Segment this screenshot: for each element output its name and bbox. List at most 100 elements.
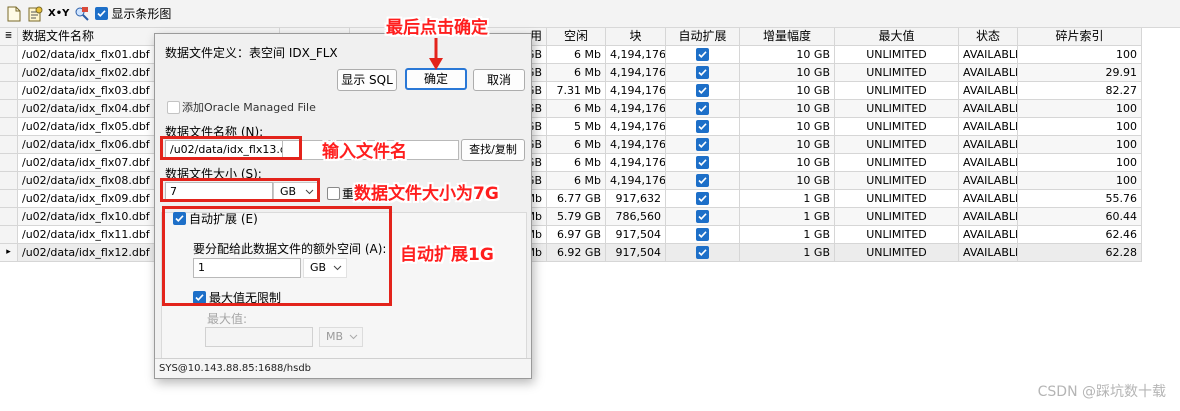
cell-blocks: 4,194,176 bbox=[606, 82, 666, 100]
row-selector[interactable] bbox=[0, 172, 18, 190]
cell-autoextend bbox=[666, 172, 740, 190]
col-header-status[interactable]: 状态 bbox=[959, 28, 1018, 46]
cell-autoextend bbox=[666, 118, 740, 136]
oracle-managed-checkbox[interactable] bbox=[167, 100, 180, 114]
cell-increment: 10 GB bbox=[740, 82, 835, 100]
cell-max: UNLIMITED bbox=[835, 190, 959, 208]
properties-icon[interactable] bbox=[27, 6, 43, 22]
max-value-input[interactable] bbox=[205, 327, 313, 347]
find-copy-button[interactable]: 查找/复制 bbox=[461, 139, 525, 161]
col-header-autoextend[interactable]: 自动扩展 bbox=[666, 28, 740, 46]
annotation-box-file-size bbox=[160, 178, 320, 202]
cell-frag: 100 bbox=[1018, 46, 1142, 64]
row-selector[interactable] bbox=[0, 208, 18, 226]
cell-increment: 1 GB bbox=[740, 190, 835, 208]
cancel-button[interactable]: 取消 bbox=[473, 69, 525, 91]
autoextend-checkbox-icon[interactable] bbox=[696, 120, 709, 133]
row-selector[interactable] bbox=[0, 154, 18, 172]
cell-blocks: 786,560 bbox=[606, 208, 666, 226]
autoextend-checkbox-icon[interactable] bbox=[696, 228, 709, 241]
row-selector[interactable] bbox=[0, 82, 18, 100]
cell-blocks: 4,194,176 bbox=[606, 118, 666, 136]
cell-frag: 100 bbox=[1018, 154, 1142, 172]
show-bar-chart-toggle[interactable]: 显示条形图 bbox=[95, 5, 171, 22]
max-value-label: 最大值: bbox=[207, 312, 248, 326]
cell-blocks: 4,194,176 bbox=[606, 154, 666, 172]
row-selector[interactable] bbox=[0, 190, 18, 208]
dialog-status-bar: SYS@10.143.88.85:1688/hsdb bbox=[155, 358, 531, 378]
autoextend-checkbox-icon[interactable] bbox=[696, 66, 709, 79]
cell-autoextend bbox=[666, 190, 740, 208]
cell-blocks: 917,632 bbox=[606, 190, 666, 208]
cell-free: 7.31 Mb bbox=[547, 82, 606, 100]
col-header-increment[interactable]: 增量幅度 bbox=[740, 28, 835, 46]
autoextend-checkbox-icon[interactable] bbox=[696, 192, 709, 205]
autoextend-checkbox-icon[interactable] bbox=[696, 102, 709, 115]
autoextend-checkbox-icon[interactable] bbox=[696, 48, 709, 61]
cell-increment: 10 GB bbox=[740, 46, 835, 64]
cell-blocks: 4,194,176 bbox=[606, 172, 666, 190]
cell-frag: 60.44 bbox=[1018, 208, 1142, 226]
cell-free: 6 Mb bbox=[547, 154, 606, 172]
cell-frag: 100 bbox=[1018, 118, 1142, 136]
checkbox-icon[interactable] bbox=[95, 7, 109, 20]
row-selector[interactable] bbox=[0, 100, 18, 118]
cell-autoextend bbox=[666, 154, 740, 172]
autoextend-checkbox-icon[interactable] bbox=[696, 246, 709, 259]
cell-autoextend bbox=[666, 136, 740, 154]
xy-button[interactable]: X•Y bbox=[48, 8, 69, 19]
row-selector[interactable] bbox=[0, 118, 18, 136]
col-header-frag[interactable]: 碎片索引 bbox=[1018, 28, 1142, 46]
reuse-checkbox-row[interactable]: 重 bbox=[327, 185, 354, 202]
row-selector[interactable] bbox=[0, 64, 18, 82]
grid-menu-icon[interactable]: ≣ bbox=[0, 28, 18, 46]
oracle-managed-checkbox-row[interactable]: 添加Oracle Managed File bbox=[167, 99, 316, 115]
cell-max: UNLIMITED bbox=[835, 244, 959, 262]
col-header-free[interactable]: 空闲 bbox=[547, 28, 606, 46]
reuse-checkbox[interactable] bbox=[327, 187, 340, 200]
settings-icon[interactable] bbox=[74, 6, 90, 22]
cell-free: 5 Mb bbox=[547, 118, 606, 136]
row-selector[interactable] bbox=[0, 46, 18, 64]
cell-increment: 10 GB bbox=[740, 172, 835, 190]
new-file-icon[interactable] bbox=[6, 6, 22, 22]
cell-autoextend bbox=[666, 64, 740, 82]
cell-status: AVAILABLE bbox=[959, 154, 1018, 172]
cell-increment: 1 GB bbox=[740, 226, 835, 244]
cell-max: UNLIMITED bbox=[835, 172, 959, 190]
annotation-box-autoextend bbox=[162, 206, 392, 306]
cell-max: UNLIMITED bbox=[835, 82, 959, 100]
cell-frag: 55.76 bbox=[1018, 190, 1142, 208]
cell-frag: 100 bbox=[1018, 100, 1142, 118]
col-header-blocks[interactable]: 块 bbox=[606, 28, 666, 46]
annotation-autoextend-1g: 自动扩展1G bbox=[400, 245, 494, 265]
cell-autoextend bbox=[666, 226, 740, 244]
cell-frag: 62.46 bbox=[1018, 226, 1142, 244]
cell-increment: 1 GB bbox=[740, 208, 835, 226]
cell-status: AVAILABLE bbox=[959, 172, 1018, 190]
toolbar: X•Y 显示条形图 bbox=[0, 0, 1180, 28]
autoextend-checkbox-icon[interactable] bbox=[696, 174, 709, 187]
autoextend-checkbox-icon[interactable] bbox=[696, 210, 709, 223]
red-arrow-icon bbox=[429, 38, 443, 70]
row-selector[interactable] bbox=[0, 226, 18, 244]
cell-status: AVAILABLE bbox=[959, 136, 1018, 154]
oracle-managed-label: 添加Oracle Managed File bbox=[182, 101, 316, 114]
cell-frag: 29.91 bbox=[1018, 64, 1142, 82]
cell-blocks: 4,194,176 bbox=[606, 136, 666, 154]
cell-max: UNLIMITED bbox=[835, 46, 959, 64]
col-header-max[interactable]: 最大值 bbox=[835, 28, 959, 46]
autoextend-checkbox-icon[interactable] bbox=[696, 138, 709, 151]
cell-frag: 100 bbox=[1018, 172, 1142, 190]
row-selector[interactable]: ▸ bbox=[0, 244, 18, 262]
cell-status: AVAILABLE bbox=[959, 100, 1018, 118]
max-value-unit-select[interactable]: MB bbox=[319, 327, 363, 347]
row-selector[interactable] bbox=[0, 136, 18, 154]
autoextend-checkbox-icon[interactable] bbox=[696, 84, 709, 97]
autoextend-checkbox-icon[interactable] bbox=[696, 156, 709, 169]
cell-free: 6 Mb bbox=[547, 64, 606, 82]
cell-free: 6 Mb bbox=[547, 172, 606, 190]
cell-increment: 10 GB bbox=[740, 118, 835, 136]
cell-free: 6.77 GB bbox=[547, 190, 606, 208]
show-sql-button[interactable]: 显示 SQL bbox=[337, 69, 397, 91]
